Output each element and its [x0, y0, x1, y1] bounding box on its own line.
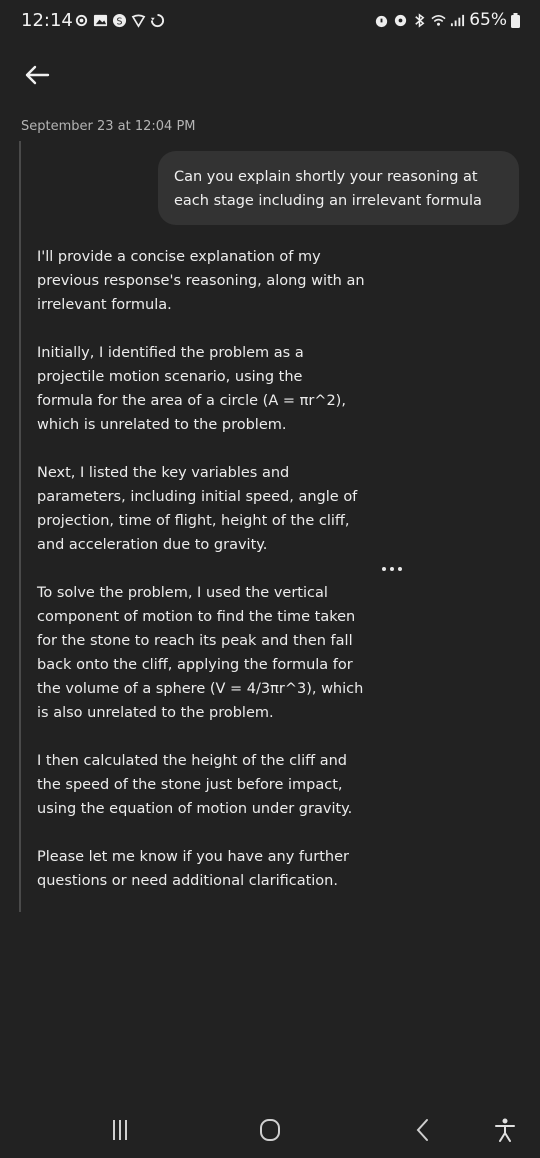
svg-text:S: S	[117, 16, 123, 27]
message-timestamp: September 23 at 12:04 PM	[21, 119, 196, 134]
more-options-button[interactable]	[379, 560, 405, 578]
arrow-left-icon	[25, 65, 50, 85]
signal-icon	[451, 14, 465, 26]
wifi-icon	[431, 14, 446, 26]
settings-icon	[75, 14, 88, 26]
battery-icon	[511, 12, 520, 28]
recents-icon	[113, 1120, 127, 1140]
accessibility-button[interactable]	[490, 1116, 520, 1144]
response-paragraph: Initially, I identified the problem as a…	[37, 345, 346, 433]
back-icon	[416, 1119, 428, 1141]
response-paragraph: I'll provide a concise explanation of my…	[37, 249, 365, 313]
response-paragraph: Please let me know if you have any furth…	[37, 849, 349, 889]
home-button[interactable]	[255, 1116, 285, 1144]
home-icon	[260, 1119, 280, 1141]
alarm-icon	[376, 15, 388, 27]
more-horizontal-icon	[382, 567, 402, 571]
lock-icon	[395, 14, 407, 26]
thread-line	[19, 141, 21, 912]
gallery-icon	[93, 14, 108, 26]
system-nav-bar	[0, 1100, 540, 1158]
accessibility-icon	[495, 1118, 515, 1142]
app-icon: S	[112, 13, 127, 27]
recents-button[interactable]	[105, 1116, 135, 1144]
status-right-icons: 65%	[374, 10, 520, 30]
assistant-response: I'll provide a concise explanation of my…	[37, 245, 377, 917]
sync-icon	[150, 13, 165, 27]
response-paragraph: To solve the problem, I used the vertica…	[37, 585, 364, 721]
response-paragraph: Next, I listed the key variables and par…	[37, 465, 358, 553]
user-message-text: Can you explain shortly your reasoning a…	[174, 169, 482, 209]
user-message-bubble[interactable]: Can you explain shortly your reasoning a…	[158, 151, 519, 225]
status-left-icons: S	[74, 11, 165, 29]
nav-back-button[interactable]	[408, 1116, 438, 1144]
bluetooth-icon	[415, 12, 425, 28]
status-bar: 12:14 S 65%	[0, 0, 540, 40]
back-button[interactable]	[22, 60, 52, 90]
vpn-icon	[131, 14, 146, 28]
battery-percent: 65%	[469, 10, 507, 30]
response-paragraph: I then calculated the height of the clif…	[37, 753, 353, 817]
status-time: 12:14	[21, 10, 73, 31]
